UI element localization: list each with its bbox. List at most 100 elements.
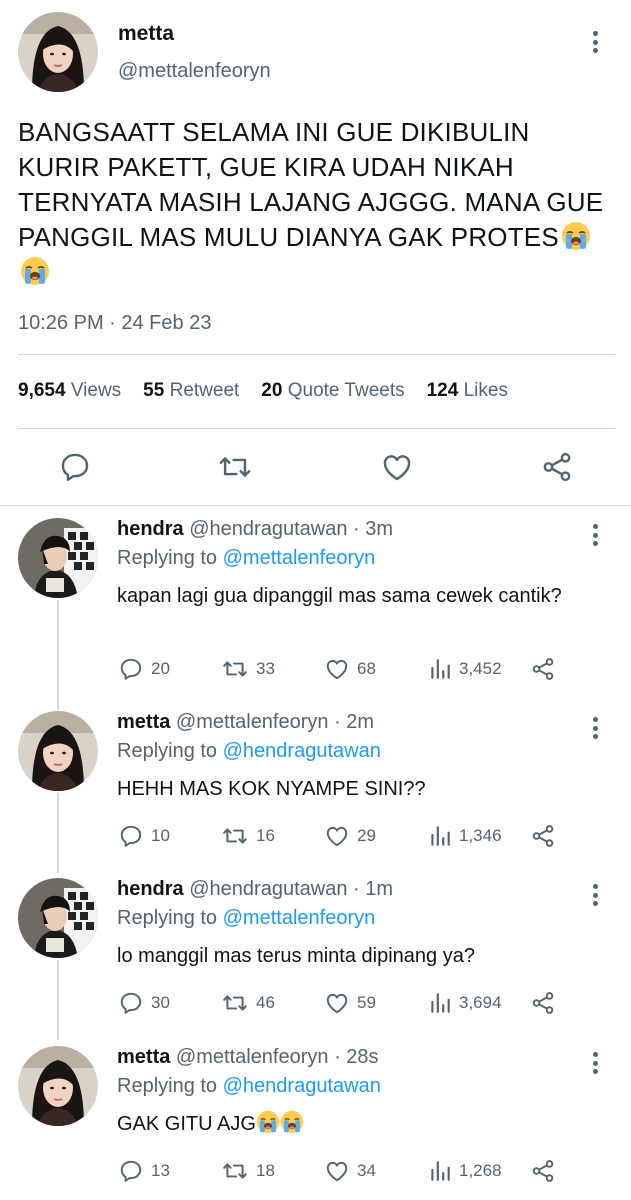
author-name[interactable]: metta [118, 22, 174, 46]
like-button[interactable]: 34 [323, 1156, 376, 1186]
share-button[interactable] [529, 988, 563, 1018]
retweet-button[interactable]: 46 [220, 988, 275, 1018]
reply-icon[interactable] [55, 445, 95, 489]
author-name[interactable]: hendra [117, 878, 184, 900]
reply-header: metta @mettalenfeoryn · 2m [117, 711, 374, 734]
more-options-icon[interactable] [585, 1050, 605, 1076]
reply-time[interactable]: · 3m [353, 518, 393, 540]
share-button[interactable] [529, 1156, 563, 1186]
reply-icon [120, 992, 142, 1014]
views-icon [431, 659, 450, 679]
like-icon[interactable] [377, 445, 417, 489]
mention-link[interactable]: @mettalenfeoryn [223, 907, 376, 929]
author-handle[interactable]: @mettalenfeoryn [176, 1046, 329, 1068]
views-count: 3,452 [459, 659, 502, 678]
views-count: 1,268 [459, 1161, 502, 1180]
share-icon [532, 992, 554, 1014]
author-handle[interactable]: @mettalenfeoryn [118, 60, 271, 83]
reply-tweet[interactable]: hendra @hendragutawan · 1m Replying to @… [0, 878, 631, 1040]
like-count: 29 [357, 826, 376, 845]
replying-label: Replying to [117, 907, 218, 929]
mention-link[interactable]: @hendragutawan [223, 740, 381, 762]
reply-button[interactable]: 30 [117, 988, 170, 1018]
more-options-icon[interactable] [585, 715, 605, 741]
reply-button[interactable]: 10 [117, 821, 170, 851]
reply-icon [120, 825, 142, 847]
views-button[interactable]: 1,268 [427, 1156, 502, 1186]
views-stat[interactable]: 9,654 Views [18, 380, 121, 402]
retweet-count: 33 [256, 659, 275, 678]
reply-text-content: GAK GITU AJG [117, 1113, 256, 1135]
retweet-icon [223, 1163, 247, 1179]
retweet-button[interactable]: 33 [220, 654, 275, 684]
loudly-crying-face-emoji [561, 221, 591, 251]
replying-to: Replying to @hendragutawan [117, 740, 381, 763]
divider [18, 428, 615, 429]
like-count: 68 [357, 659, 376, 678]
reply-tweet[interactable]: metta @mettalenfeoryn · 28s Replying to … [0, 1046, 631, 1200]
avatar[interactable] [18, 878, 98, 958]
retweets-count: 55 [143, 380, 165, 401]
retweet-icon[interactable] [215, 445, 255, 489]
views-button[interactable]: 3,694 [427, 988, 502, 1018]
avatar[interactable] [18, 518, 98, 598]
reply-button[interactable]: 20 [117, 654, 170, 684]
avatar[interactable] [18, 1046, 98, 1126]
author-name[interactable]: metta [117, 1046, 170, 1068]
reply-time[interactable]: · 2m [334, 711, 374, 733]
loudly-crying-face-emoji [280, 1110, 304, 1134]
retweets-stat[interactable]: 55 Retweet [143, 380, 239, 402]
replying-label: Replying to [117, 1075, 218, 1097]
like-icon [326, 1161, 348, 1182]
views-label: Views [70, 380, 122, 401]
views-button[interactable]: 1,346 [427, 821, 502, 851]
retweet-button[interactable]: 18 [220, 1156, 275, 1186]
reply-count: 30 [151, 993, 170, 1012]
share-icon [532, 658, 554, 680]
share-icon [532, 1160, 554, 1182]
reply-button[interactable]: 13 [117, 1156, 170, 1186]
quotes-stat[interactable]: 20 Quote Tweets [261, 380, 404, 402]
tweet-timestamp[interactable]: 10:26 PM · 24 Feb 23 [18, 312, 211, 335]
like-button[interactable]: 29 [323, 821, 376, 851]
views-count: 1,346 [459, 826, 502, 845]
mention-link[interactable]: @mettalenfeoryn [223, 547, 376, 569]
share-button[interactable] [529, 654, 563, 684]
more-options-icon[interactable] [585, 522, 605, 548]
more-options-icon[interactable] [585, 882, 605, 908]
retweets-label: Retweet [169, 380, 240, 401]
like-count: 59 [357, 993, 376, 1012]
author-handle[interactable]: @hendragutawan [189, 518, 347, 540]
likes-count: 124 [426, 380, 459, 401]
avatar[interactable] [18, 12, 98, 92]
quotes-label: Quote Tweets [287, 380, 405, 401]
views-icon [431, 993, 450, 1013]
author-handle[interactable]: @hendragutawan [189, 878, 347, 900]
divider [18, 354, 615, 355]
views-button[interactable]: 3,452 [427, 654, 502, 684]
reply-actions: 20 33 68 3,452 [117, 654, 587, 684]
reply-time[interactable]: · 28s [334, 1046, 378, 1068]
author-name[interactable]: metta [117, 711, 170, 733]
likes-stat[interactable]: 124 Likes [427, 380, 508, 402]
reply-text: lo manggil mas terus minta dipinang ya? [117, 945, 475, 967]
reply-actions: 13 18 34 1,268 [117, 1156, 587, 1186]
replying-label: Replying to [117, 547, 218, 569]
reply-tweet[interactable]: hendra @hendragutawan · 3m Replying to @… [0, 518, 631, 710]
views-icon [431, 1161, 450, 1181]
likes-label: Likes [463, 380, 508, 401]
more-options-icon[interactable] [585, 29, 605, 55]
like-count: 34 [357, 1161, 376, 1180]
reply-tweet[interactable]: metta @mettalenfeoryn · 2m Replying to @… [0, 711, 631, 873]
like-button[interactable]: 59 [323, 988, 376, 1018]
retweet-button[interactable]: 16 [220, 821, 275, 851]
author-handle[interactable]: @mettalenfeoryn [176, 711, 329, 733]
reply-time[interactable]: · 1m [353, 878, 393, 900]
mention-link[interactable]: @hendragutawan [223, 1075, 381, 1097]
share-button[interactable] [529, 821, 563, 851]
share-icon[interactable] [537, 445, 577, 489]
like-button[interactable]: 68 [323, 654, 376, 684]
avatar[interactable] [18, 711, 98, 791]
author-name[interactable]: hendra [117, 518, 184, 540]
divider [0, 505, 631, 513]
